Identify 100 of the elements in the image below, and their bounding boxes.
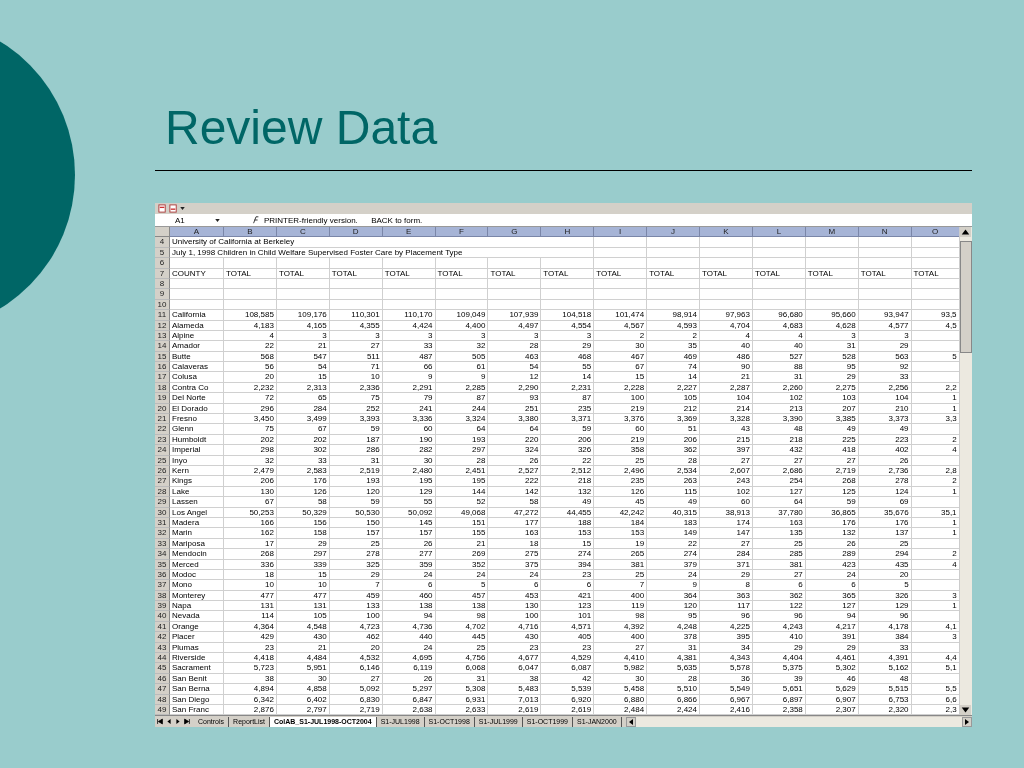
document-icon[interactable] — [169, 204, 178, 213]
scroll-right-icon[interactable] — [962, 716, 972, 727]
next-sheet-icon[interactable] — [174, 718, 182, 726]
row-header[interactable]: 8 — [155, 278, 170, 290]
row-header[interactable]: 27 — [155, 476, 170, 487]
table-cell: 55 — [541, 362, 595, 373]
column-header[interactable]: M — [805, 227, 859, 238]
table-cell: 6,402 — [276, 694, 330, 705]
table-cell: 400 — [594, 590, 648, 602]
table-cell: 467 — [594, 351, 648, 363]
table-cell: 2,512 — [541, 466, 595, 477]
table-cell: 4,343 — [700, 653, 753, 664]
column-header[interactable]: E — [382, 227, 436, 238]
table-cell: 2,736 — [858, 466, 912, 477]
table-cell: 27 — [752, 455, 806, 466]
scroll-left-icon[interactable] — [625, 716, 636, 727]
row-header[interactable]: 12 — [155, 320, 170, 331]
row-header[interactable]: 45 — [155, 663, 170, 674]
table-cell: 79 — [382, 393, 436, 404]
table-cell: 218 — [541, 476, 595, 487]
row-header[interactable]: 48 — [155, 694, 170, 705]
column-header[interactable]: F — [435, 227, 489, 238]
scroll-down-icon[interactable] — [960, 705, 971, 716]
table-cell: 269 — [435, 549, 489, 560]
table-cell: 37,780 — [752, 507, 806, 518]
vertical-scrollbar[interactable] — [959, 227, 972, 716]
column-header[interactable]: J — [647, 227, 700, 238]
caret-icon[interactable] — [215, 218, 220, 222]
corner-cell[interactable] — [155, 227, 170, 238]
table-cell: 371 — [700, 559, 753, 570]
table-cell: 527 — [752, 351, 806, 363]
table-cell: 47,272 — [488, 507, 542, 518]
row-header[interactable]: 14 — [155, 341, 170, 352]
row-header[interactable]: 47 — [155, 684, 170, 695]
row-header[interactable]: 5 — [155, 247, 170, 259]
table-cell: 462 — [329, 632, 383, 643]
empty-cell — [224, 299, 277, 311]
horizontal-scrollbar[interactable] — [625, 716, 972, 727]
table-cell: 126 — [594, 486, 648, 498]
column-header[interactable]: I — [594, 227, 648, 238]
table-cell: 6,967 — [700, 694, 753, 705]
table-cell: 202 — [276, 434, 330, 446]
function-icon[interactable] — [252, 216, 260, 224]
caret-icon[interactable] — [180, 207, 185, 210]
column-header[interactable]: B — [224, 227, 277, 238]
row-header[interactable]: 11 — [155, 310, 170, 321]
row-header[interactable]: 17 — [155, 372, 170, 383]
column-header[interactable]: O — [911, 227, 959, 238]
row-header[interactable]: 34 — [155, 549, 170, 560]
row-header[interactable]: 19 — [155, 393, 170, 404]
row-header[interactable]: 7 — [155, 268, 170, 279]
column-header[interactable]: K — [700, 227, 753, 238]
empty-cell — [858, 289, 912, 300]
table-cell: 108,585 — [224, 310, 277, 321]
table-cell: 4,355 — [329, 320, 383, 331]
row-header[interactable]: 37 — [155, 580, 170, 591]
row-header[interactable]: 22 — [155, 424, 170, 435]
column-header[interactable]: A — [170, 227, 224, 238]
row-header[interactable]: 29 — [155, 497, 170, 508]
empty-cell — [858, 247, 912, 259]
formula-field[interactable]: PRINTER-friendly version. BACK to form. — [264, 214, 423, 226]
row-header[interactable]: 35 — [155, 559, 170, 570]
column-header[interactable]: C — [276, 227, 330, 238]
table-cell: 6 — [382, 580, 436, 591]
table-cell: 4,381 — [647, 653, 700, 664]
row-header[interactable]: 32 — [155, 528, 170, 539]
name-box[interactable]: A1 — [155, 214, 215, 226]
row-header[interactable]: 24 — [155, 445, 170, 456]
row-header[interactable]: 6 — [155, 258, 170, 269]
row-header[interactable]: 40 — [155, 611, 170, 622]
scroll-up-icon[interactable] — [960, 227, 971, 237]
column-header[interactable]: N — [858, 227, 912, 238]
row-header[interactable]: 9 — [155, 289, 170, 300]
table-cell: Orange — [170, 621, 224, 633]
empty-cell — [594, 299, 648, 311]
row-header[interactable]: 42 — [155, 632, 170, 643]
column-header[interactable]: H — [541, 227, 595, 238]
column-header[interactable]: L — [752, 227, 806, 238]
document-icon[interactable] — [158, 204, 167, 213]
column-header[interactable]: G — [488, 227, 542, 238]
last-sheet-icon[interactable] — [183, 718, 191, 726]
table-cell: 15 — [541, 538, 595, 550]
table-cell: 4,723 — [329, 621, 383, 633]
table-cell: 235 — [541, 403, 595, 415]
row-header[interactable]: 4 — [155, 237, 170, 248]
table-cell: 144 — [435, 486, 489, 498]
scrollbar-thumb[interactable] — [960, 241, 972, 353]
table-cell: 206 — [541, 434, 595, 446]
table-cell: 39 — [752, 673, 806, 685]
empty-cell — [647, 299, 700, 311]
empty-cell — [752, 258, 806, 269]
first-sheet-icon[interactable] — [156, 718, 164, 726]
table-cell: 190 — [382, 434, 436, 446]
table-cell: 3,336 — [382, 414, 436, 425]
row-header[interactable]: 25 — [155, 455, 170, 466]
table-cell: 3,376 — [594, 414, 648, 425]
column-header[interactable]: D — [329, 227, 383, 238]
table-cell: 268 — [224, 549, 277, 560]
row-header[interactable]: 30 — [155, 507, 170, 518]
previous-sheet-icon[interactable] — [165, 718, 173, 726]
